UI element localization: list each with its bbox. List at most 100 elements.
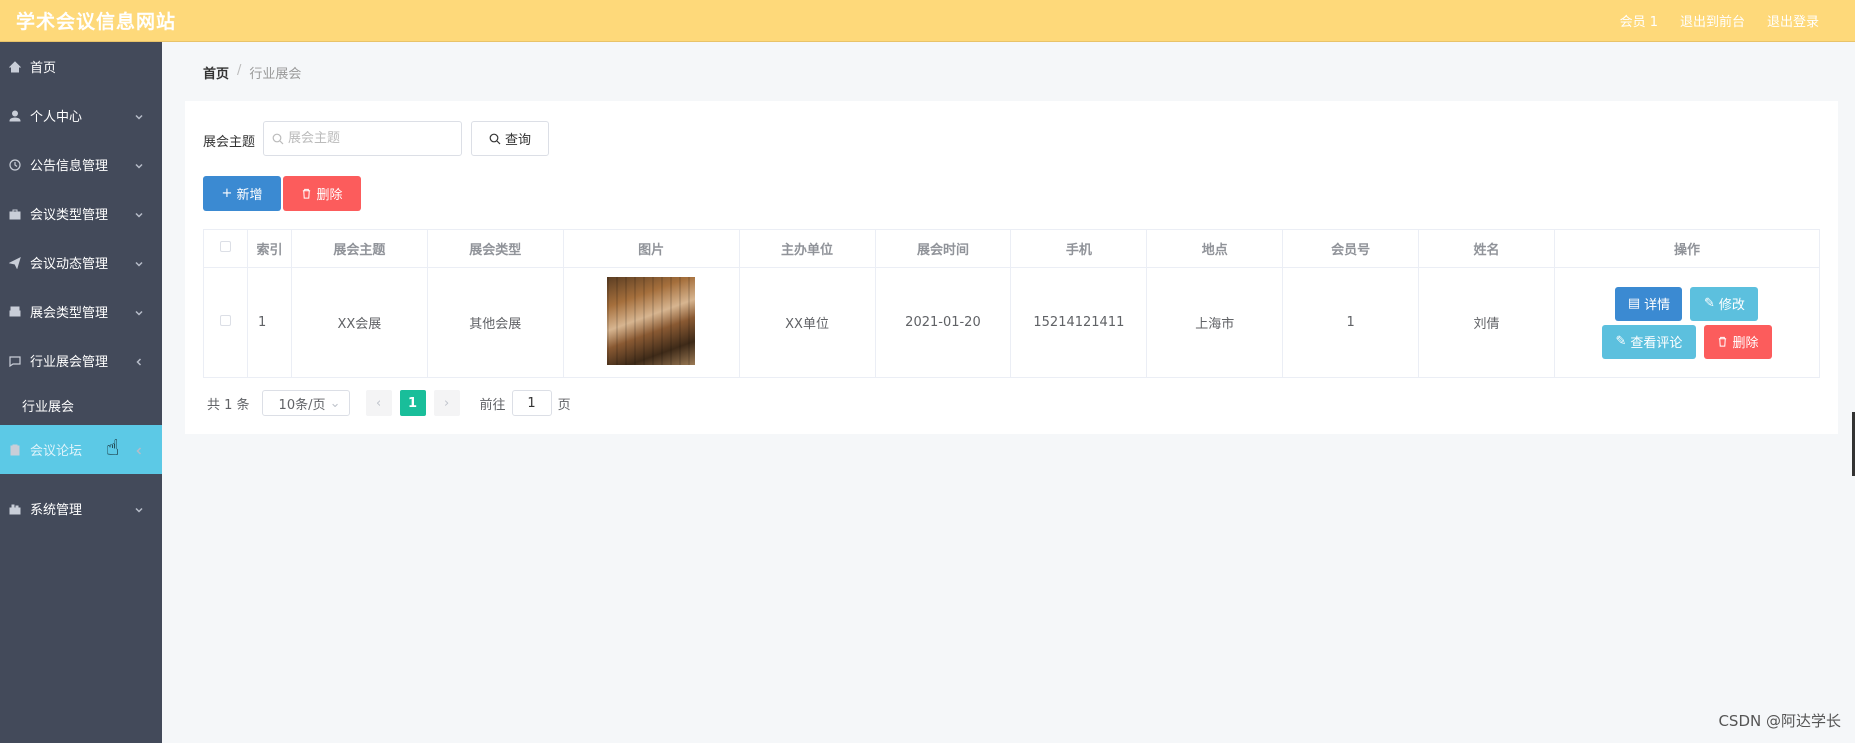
- watermark: CSDN @阿达学长: [1718, 712, 1841, 730]
- detail-button-label: 详情: [1644, 298, 1671, 313]
- sidebar-item-label: 会议动态管理: [30, 257, 109, 272]
- sidebar-item-industry-exhibition-management[interactable]: 行业展会管理: [0, 336, 162, 385]
- cell-location: 上海市: [1146, 267, 1284, 378]
- breadcrumb-home[interactable]: 首页: [203, 63, 229, 82]
- sidebar-item-home[interactable]: 首页: [0, 42, 162, 91]
- sidebar-item-personal-center[interactable]: 个人中心: [0, 91, 162, 140]
- sidebar-item-meeting-type-management[interactable]: 会议类型管理: [0, 189, 162, 238]
- breadcrumb: 首页 / 行业展会: [203, 63, 301, 82]
- table-row: 1 XX会展 其他会展 XX单位 2021-01-20 15214121411 …: [203, 267, 1821, 378]
- sidebar-item-label: 会议类型管理: [30, 208, 109, 223]
- cell-image: [562, 267, 740, 378]
- app-title: 学术会议信息网站: [16, 11, 177, 33]
- pagination: 共 1 条 10条/页 ⌄ ‹ 1 › 前往 1 页: [207, 390, 571, 416]
- row-select-cell[interactable]: [203, 267, 248, 378]
- plus-icon: +: [221, 186, 233, 201]
- goto-page-input[interactable]: 1: [511, 390, 552, 416]
- page-suffix: 页: [557, 397, 571, 413]
- chevron-down-icon: [134, 160, 144, 170]
- clock-icon: [8, 158, 22, 172]
- edit-button[interactable]: ✎ 修改: [1690, 286, 1759, 321]
- exit-to-frontend-link[interactable]: 退出到前台: [1680, 11, 1745, 30]
- chevron-down-icon: [134, 307, 144, 317]
- cell-member-no: 1: [1282, 267, 1420, 378]
- cell-phone: 15214121411: [1010, 267, 1148, 378]
- exhibition-image: [607, 276, 696, 365]
- user-icon: [8, 109, 22, 123]
- row-checkbox[interactable]: [219, 315, 231, 326]
- briefcase-icon: [8, 207, 22, 221]
- search-icon: [489, 133, 501, 144]
- pencil-icon: ✎: [1704, 296, 1715, 311]
- chevron-down-icon: [134, 209, 144, 219]
- trash-icon: [1719, 336, 1727, 347]
- breadcrumb-current: 行业展会: [249, 67, 302, 82]
- search-input-wrapper[interactable]: [263, 121, 462, 156]
- prev-page-button[interactable]: ‹: [365, 390, 392, 416]
- cell-theme: XX会展: [290, 267, 428, 378]
- column-header: 图片: [562, 229, 740, 268]
- sidebar-item-label: 首页: [30, 61, 57, 76]
- page-number-button[interactable]: 1: [399, 390, 426, 416]
- chevron-down-icon: [134, 504, 144, 514]
- cell-type: 其他会展: [426, 267, 564, 378]
- chevron-left-icon: ‹: [375, 395, 382, 411]
- sidebar-item-label: 公告信息管理: [30, 159, 109, 174]
- cell-name: 刘倩: [1418, 267, 1555, 378]
- settings-icon: [8, 502, 22, 516]
- column-header: 地点: [1146, 229, 1284, 268]
- column-header: 姓名: [1418, 229, 1555, 268]
- search-icon: [272, 133, 284, 144]
- row-delete-button[interactable]: 删除: [1703, 324, 1772, 359]
- add-button[interactable]: + 新增: [203, 176, 281, 211]
- search-label: 展会主题: [203, 135, 256, 150]
- home-icon: [8, 60, 22, 74]
- pencil-icon: ✎: [1615, 334, 1627, 349]
- page-size-select[interactable]: 10条/页 ⌄: [261, 390, 350, 416]
- data-table: 索引 展会主题 展会类型 图片 主办单位 展会时间 手机 地点 会员号 姓名 操…: [203, 229, 1821, 378]
- column-header: 展会类型: [426, 229, 564, 268]
- content-card: 展会主题 查询 + 新增 删除 索引 展会主题 展会类型 图片 主办单位 展会时…: [185, 101, 1838, 434]
- logout-link[interactable]: 退出登录: [1767, 11, 1819, 30]
- view-comments-button-label: 查看评论: [1630, 336, 1683, 351]
- column-header: 会员号: [1282, 229, 1420, 268]
- page-size-value: 10条/页: [278, 397, 326, 413]
- document-icon: ▤: [1627, 296, 1641, 311]
- cell-index: 1: [246, 267, 292, 378]
- query-button[interactable]: 查询: [471, 121, 549, 156]
- view-comments-button[interactable]: ✎ 查看评论: [1601, 324, 1696, 359]
- sidebar-item-meeting-forum[interactable]: 会议论坛: [0, 425, 162, 474]
- chevron-left-icon: [134, 356, 144, 366]
- query-button-label: 查询: [504, 133, 531, 148]
- sidebar-subitem-industry-exhibition[interactable]: 行业展会: [0, 385, 162, 425]
- select-all-checkbox[interactable]: [219, 241, 231, 252]
- row-delete-button-label: 删除: [1732, 336, 1759, 351]
- sidebar-item-meeting-news-management[interactable]: 会议动态管理: [0, 238, 162, 287]
- chevron-down-icon: ⌄: [329, 395, 341, 411]
- column-header: 手机: [1010, 229, 1148, 268]
- next-page-button[interactable]: ›: [433, 390, 460, 416]
- breadcrumb-separator: /: [237, 63, 242, 78]
- message-icon: [8, 354, 22, 368]
- edit-button-label: 修改: [1718, 298, 1745, 313]
- cell-date: 2021-01-20: [874, 267, 1012, 378]
- chevron-right-icon: ›: [443, 395, 450, 411]
- add-button-label: 新增: [236, 188, 263, 203]
- search-input[interactable]: [288, 131, 448, 146]
- send-icon: [8, 256, 22, 270]
- select-all-cell[interactable]: [203, 229, 248, 268]
- sidebar-item-system-management[interactable]: 系统管理: [0, 484, 162, 533]
- sidebar-item-exhibition-type-management[interactable]: 展会类型管理: [0, 287, 162, 336]
- header-links: 会员 1 退出到前台 退出登录: [1620, 11, 1819, 30]
- chevron-down-icon: [134, 111, 144, 121]
- detail-button[interactable]: ▤ 详情: [1615, 286, 1683, 321]
- sidebar-item-notice-management[interactable]: 公告信息管理: [0, 140, 162, 189]
- table-header-row: 索引 展会主题 展会类型 图片 主办单位 展会时间 手机 地点 会员号 姓名 操…: [203, 229, 1821, 268]
- sidebar-item-label: 行业展会管理: [30, 355, 109, 370]
- goto-label: 前往: [479, 397, 506, 413]
- cell-organizer: XX单位: [738, 267, 876, 378]
- member-link[interactable]: 会员 1: [1620, 11, 1658, 30]
- batch-delete-button[interactable]: 删除: [283, 176, 361, 211]
- column-header: 展会时间: [874, 229, 1012, 268]
